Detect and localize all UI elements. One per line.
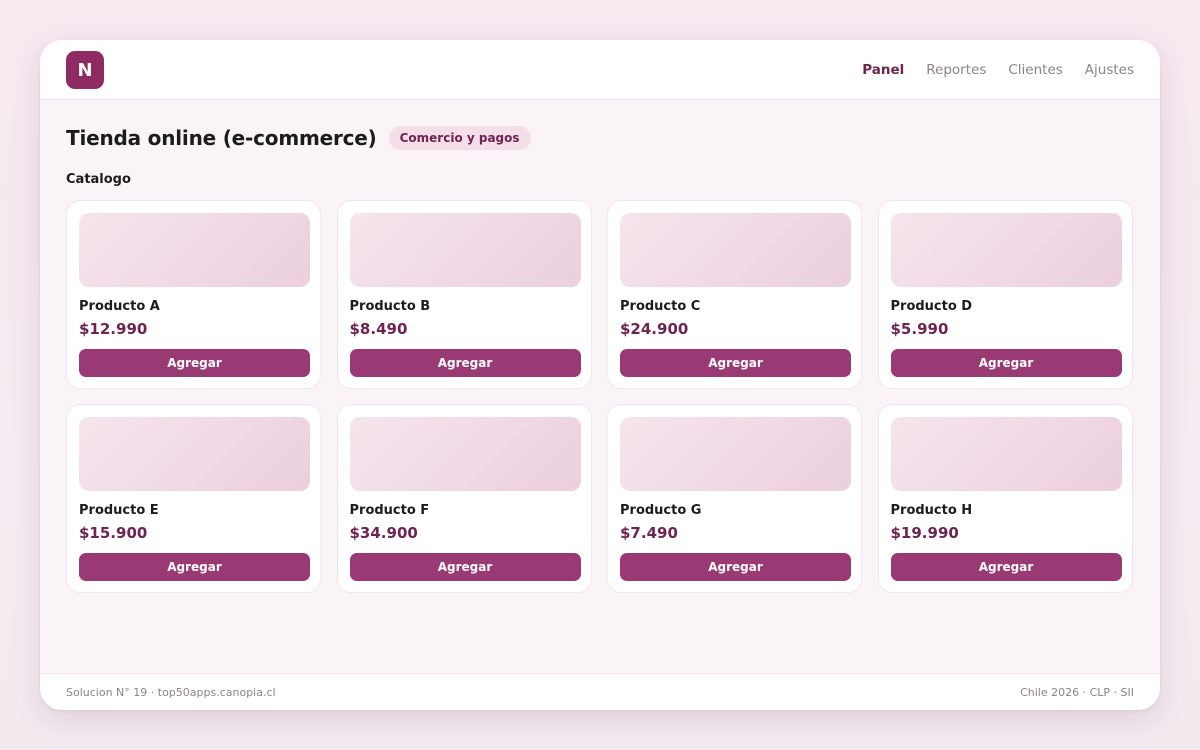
- product-image-placeholder: [620, 417, 851, 491]
- add-to-cart-button[interactable]: Agregar: [620, 553, 851, 581]
- add-to-cart-button[interactable]: Agregar: [349, 349, 581, 377]
- add-to-cart-button[interactable]: Agregar: [620, 349, 851, 377]
- product-card: Producto B $8.490 Agregar: [336, 200, 592, 389]
- product-name: Producto F: [349, 503, 430, 518]
- nav-reportes[interactable]: Reportes: [926, 62, 986, 78]
- add-to-cart-button[interactable]: Agregar: [79, 349, 310, 377]
- footer-left-text: Solucion N° 19 · top50apps.canopia.cl: [66, 685, 276, 699]
- title-row: Tienda online (e-commerce) Comercio y pa…: [66, 126, 531, 150]
- product-name: Producto D: [890, 299, 973, 314]
- main-nav: Panel Reportes Clientes Ajustes: [862, 40, 1134, 100]
- section-label: Catalogo: [66, 172, 131, 187]
- product-price: $24.900: [620, 320, 689, 338]
- product-price: $15.900: [79, 524, 148, 542]
- product-name: Producto G: [620, 503, 702, 518]
- footer-right-text: Chile 2026 · CLP · SII: [1020, 685, 1134, 699]
- add-to-cart-button[interactable]: Agregar: [890, 349, 1122, 377]
- app-logo[interactable]: N: [66, 51, 104, 89]
- product-card: Producto C $24.900 Agregar: [607, 200, 862, 389]
- product-price: $12.990: [79, 320, 148, 338]
- footer: Solucion N° 19 · top50apps.canopia.cl Ch…: [40, 673, 1160, 710]
- product-card: Producto D $5.990 Agregar: [877, 200, 1133, 389]
- product-price: $7.490: [620, 524, 678, 542]
- page-title: Tienda online (e-commerce): [66, 126, 377, 150]
- add-to-cart-button[interactable]: Agregar: [349, 553, 581, 581]
- product-name: Producto B: [349, 299, 431, 314]
- add-to-cart-button[interactable]: Agregar: [79, 553, 310, 581]
- product-price: $34.900: [349, 524, 418, 542]
- top-bar: N Panel Reportes Clientes Ajustes: [40, 40, 1160, 100]
- product-image-placeholder: [349, 213, 581, 287]
- product-image-placeholder: [79, 213, 310, 287]
- product-card: Producto F $34.900 Agregar: [336, 404, 592, 593]
- product-image-placeholder: [890, 213, 1122, 287]
- product-card: Producto H $19.990 Agregar: [877, 404, 1133, 593]
- product-name: Producto H: [890, 503, 973, 518]
- product-grid: Producto A $12.990 Agregar Producto B $8…: [66, 200, 1133, 593]
- product-name: Producto A: [79, 299, 160, 314]
- product-image-placeholder: [79, 417, 310, 491]
- nav-ajustes[interactable]: Ajustes: [1085, 62, 1134, 78]
- product-price: $8.490: [349, 320, 408, 338]
- product-name: Producto C: [620, 299, 701, 314]
- product-image-placeholder: [349, 417, 581, 491]
- product-name: Producto E: [79, 503, 159, 518]
- nav-clientes[interactable]: Clientes: [1008, 62, 1062, 78]
- product-card: Producto E $15.900 Agregar: [66, 404, 321, 593]
- product-card: Producto G $7.490 Agregar: [607, 404, 862, 593]
- app-window: N Panel Reportes Clientes Ajustes Tienda…: [40, 40, 1160, 710]
- add-to-cart-button[interactable]: Agregar: [890, 553, 1122, 581]
- product-price: $5.990: [890, 320, 949, 338]
- product-image-placeholder: [620, 213, 851, 287]
- product-image-placeholder: [890, 417, 1122, 491]
- product-price: $19.990: [890, 524, 959, 542]
- product-card: Producto A $12.990 Agregar: [66, 200, 321, 389]
- category-badge: Comercio y pagos: [388, 126, 531, 150]
- nav-panel[interactable]: Panel: [862, 62, 904, 78]
